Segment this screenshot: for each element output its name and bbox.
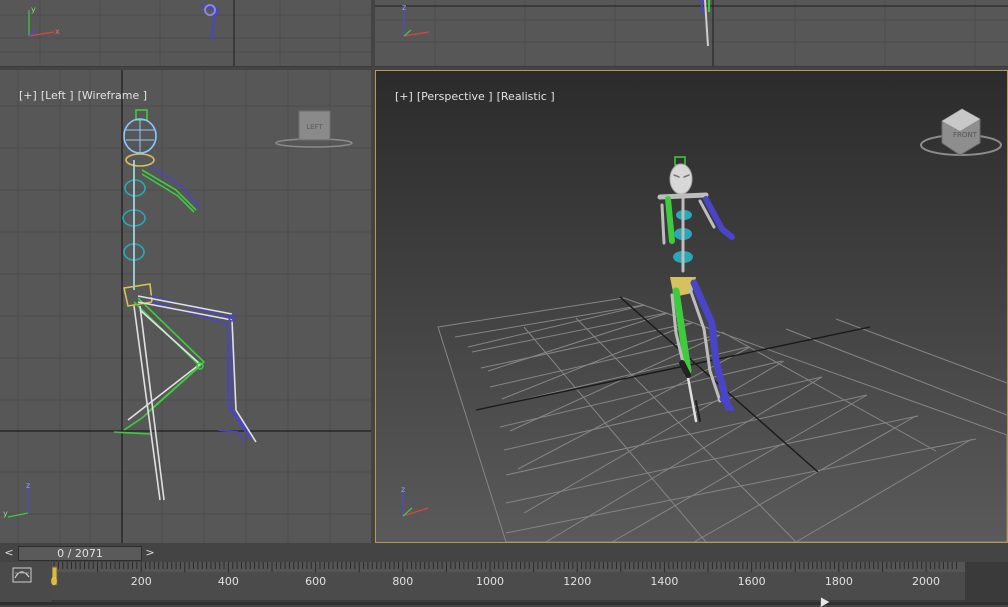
track-bar-end xyxy=(965,562,1008,602)
svg-text:z: z xyxy=(401,485,405,494)
viewport-view-menu[interactable]: [Left ] xyxy=(41,89,74,102)
svg-text:y: y xyxy=(31,5,36,14)
svg-text:x: x xyxy=(55,27,60,36)
curve-editor-icon xyxy=(12,567,32,583)
previous-frame-button[interactable]: < xyxy=(2,546,16,559)
ruler-tick-label: 1200 xyxy=(563,575,592,588)
viewcube-left[interactable]: LEFT xyxy=(275,110,353,148)
svg-text:z: z xyxy=(402,3,406,12)
viewport-label-left[interactable]: [+] [Left ] [Wireframe ] xyxy=(5,76,151,115)
viewport-top-left[interactable]: y x xyxy=(0,0,371,67)
ruler-tick-label: 1400 xyxy=(650,575,679,588)
svg-text:LEFT: LEFT xyxy=(306,123,323,131)
viewport-plus-menu[interactable]: [+] xyxy=(395,90,413,103)
viewport-plus-menu[interactable]: [+] xyxy=(19,89,37,102)
ruler-tick-label: 1000 xyxy=(476,575,505,588)
ruler-tick-label: 1800 xyxy=(824,575,853,588)
time-slider-bar: < 0 / 2071 > xyxy=(0,544,1008,562)
grid xyxy=(0,70,371,543)
viewport-label-perspective[interactable]: [+] [Perspective ] [Realistic ] xyxy=(381,77,559,116)
viewport-perspective[interactable]: FRONT z [+] [Perspective] [Realistic] xyxy=(375,70,1008,543)
ruler-tick-label: 2000 xyxy=(912,575,941,588)
character-top-view xyxy=(200,3,220,41)
viewport-top-right[interactable]: z xyxy=(375,0,1008,67)
character-front-small xyxy=(700,0,710,47)
ruler-tick-label: 200 xyxy=(130,575,152,588)
viewport-shading-menu[interactable]: [Wireframe ] xyxy=(78,89,147,102)
viewport-view-menu[interactable]: [Perspective ] xyxy=(417,90,493,103)
next-frame-button[interactable]: > xyxy=(143,546,157,559)
ruler-tick-label: 1600 xyxy=(737,575,766,588)
ruler-tick-label: 600 xyxy=(305,575,327,588)
time-slider[interactable]: 0 / 2071 xyxy=(18,546,142,561)
viewport-left[interactable]: LEFT z y [+] [Left] [Wireframe] xyxy=(0,70,371,543)
character-wireframe-left xyxy=(113,109,257,501)
viewport-shading-menu[interactable]: [Realistic ] xyxy=(497,90,555,103)
ruler-tick-label: 0 xyxy=(50,575,58,588)
svg-text:y: y xyxy=(3,509,8,518)
curve-editor-toggle[interactable] xyxy=(0,562,53,602)
ruler-tick-label: 800 xyxy=(392,575,414,588)
frame-ruler[interactable]: 0 200 400 600 800 1000 1200 1400 1600 1800 2000 xyxy=(50,562,965,600)
axis-gizmo xyxy=(403,10,430,37)
svg-text:FRONT: FRONT xyxy=(953,131,978,139)
ruler-tick-label: 400 xyxy=(217,575,239,588)
svg-text:z: z xyxy=(26,481,30,490)
track-bar: 0 200 400 600 800 1000 1200 1400 1600 1800 2000 xyxy=(0,562,1008,605)
